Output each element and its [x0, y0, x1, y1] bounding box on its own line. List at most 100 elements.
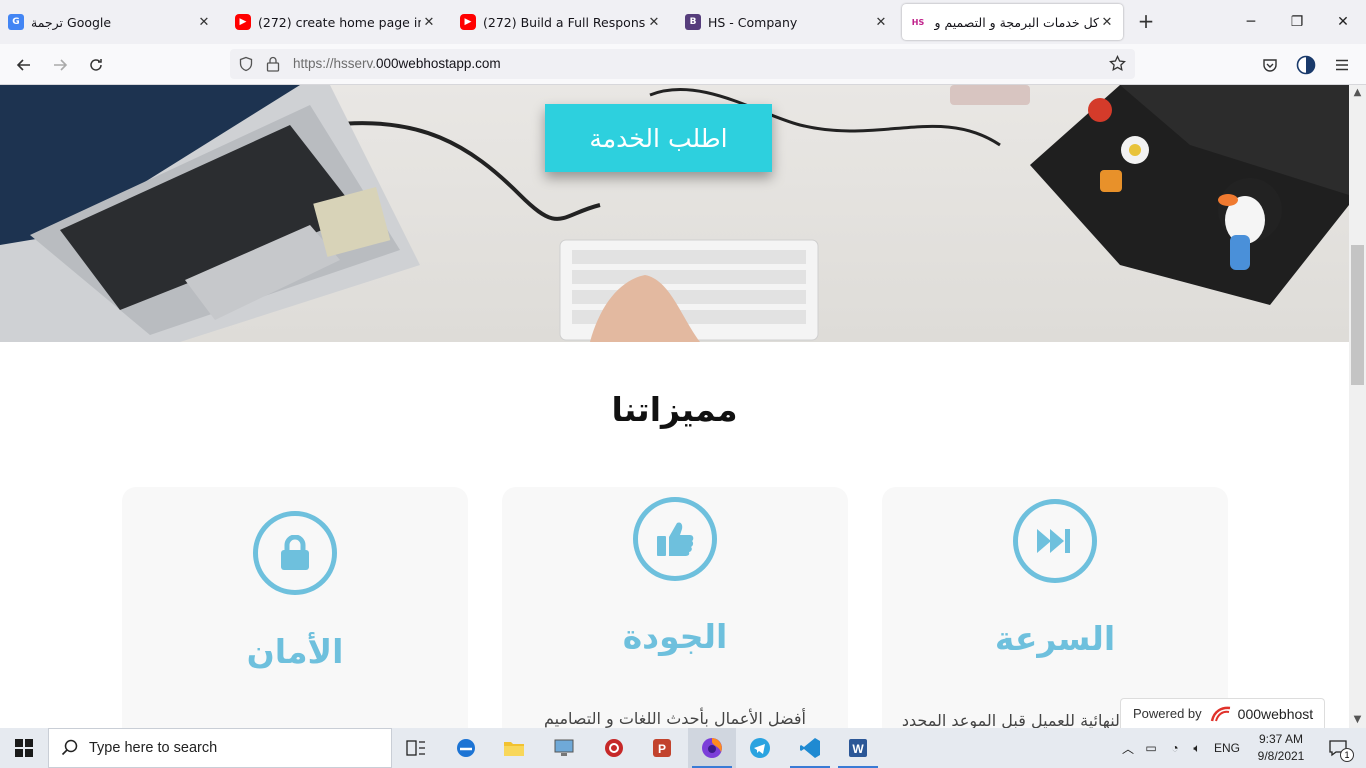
features-title: مميزاتنا [611, 390, 738, 429]
restore-button[interactable]: ❐ [1274, 0, 1320, 44]
tab-label: كل خدمات البرمجة و التصميم و الت [933, 14, 1099, 30]
google-translate-icon: G [8, 14, 24, 30]
bookmark-star-icon[interactable] [1109, 55, 1126, 72]
monitor-icon [554, 739, 574, 756]
fast-forward-icon [1013, 499, 1097, 583]
tab-label: ترجمة Google [31, 14, 112, 30]
clock-time: 9:37 AM [1258, 732, 1304, 746]
file-explorer-taskbar-button[interactable] [490, 728, 538, 768]
powered-by-badge[interactable]: Powered by 000webhost [1120, 698, 1325, 728]
svg-text:W: W [852, 742, 864, 756]
shield-icon [239, 56, 253, 72]
notification-center-button[interactable]: 1 [1318, 728, 1358, 768]
task-view-button[interactable] [392, 728, 440, 768]
wifi-icon[interactable]: ◔ [1164, 741, 1186, 755]
folder-icon [504, 742, 524, 756]
scroll-down-arrow-icon[interactable]: ▼ [1349, 712, 1366, 728]
close-icon[interactable]: ✕ [1099, 15, 1115, 30]
chevron-up-icon[interactable]: ︿ [1118, 740, 1138, 757]
url-bar[interactable]: https://hsserv.000webhostapp.com [230, 49, 1135, 79]
battery-icon[interactable]: ▭ [1138, 741, 1164, 755]
hero-image: اطلب الخدمة [0, 85, 1349, 342]
gear-icon [605, 739, 623, 757]
clock[interactable]: 9:37 AM 9/8/2021 [1246, 731, 1316, 765]
account-icon [1296, 55, 1316, 75]
powered-by-label: Powered by [1133, 706, 1202, 721]
close-icon[interactable]: ✕ [196, 15, 212, 30]
thumbs-up-icon [633, 497, 717, 581]
youtube-icon: ▶ [235, 14, 251, 30]
tab-strip: G ترجمة Google ✕ ▶ (272) create home pag… [0, 0, 1366, 44]
forward-button[interactable] [47, 52, 73, 78]
navigation-toolbar: https://hsserv.000webhostapp.com [0, 44, 1366, 85]
firefox-taskbar-button[interactable] [688, 728, 736, 768]
scrollbar-thumb[interactable] [1351, 245, 1364, 385]
edge-icon [457, 739, 475, 757]
task-view-icon [406, 740, 425, 756]
windows-logo-icon [15, 739, 33, 757]
arrow-left-icon [16, 59, 30, 71]
close-icon[interactable]: ✕ [421, 15, 437, 30]
word-taskbar-button[interactable]: W [834, 728, 882, 768]
arrow-right-icon [54, 59, 68, 71]
feature-title: الجودة [622, 617, 728, 656]
clock-date: 9/8/2021 [1257, 749, 1305, 763]
new-tab-button[interactable]: + [1135, 10, 1157, 32]
reload-button[interactable] [83, 52, 109, 78]
vscode-taskbar-button[interactable] [786, 728, 834, 768]
search-placeholder: Type here to search [89, 740, 218, 756]
tab-hs-company[interactable]: B HS - Company ✕ [677, 0, 897, 44]
tab-youtube-1[interactable]: ▶ (272) create home page in angu ✕ [227, 0, 445, 44]
youtube-icon: ▶ [460, 14, 476, 30]
start-button[interactable] [0, 728, 48, 768]
tab-label: (272) create home page in angu [258, 14, 421, 30]
word-icon: W [849, 739, 867, 757]
back-button[interactable] [11, 52, 37, 78]
feature-title: السرعة [994, 619, 1116, 658]
firefox-icon [702, 738, 722, 758]
powered-by-brand: 000webhost [1237, 705, 1314, 722]
tab-label: HS - Company [708, 14, 798, 30]
lock-icon [266, 56, 280, 72]
svg-text:P: P [658, 742, 666, 756]
telegram-taskbar-button[interactable] [736, 728, 784, 768]
tab-active-site[interactable]: HS كل خدمات البرمجة و التصميم و الت ✕ [902, 4, 1123, 40]
windows-taskbar: Type here to search P W ︿ ▭ ◔ 🔈︎ ENG 9:3… [0, 728, 1366, 768]
tab-youtube-2[interactable]: ▶ (272) Build a Full Responsive Lar ✕ [452, 0, 670, 44]
web-page: اطلب الخدمة مميزاتنا السرعة تقدم النتيجة… [0, 85, 1349, 728]
settings-app-taskbar-button[interactable] [590, 728, 638, 768]
bootstrap-icon: B [685, 14, 701, 30]
taskbar-search-box[interactable]: Type here to search [48, 728, 392, 768]
vscode-icon [800, 738, 820, 758]
pocket-button[interactable] [1257, 52, 1283, 78]
notification-count-badge: 1 [1340, 748, 1354, 762]
close-icon[interactable]: ✕ [873, 15, 889, 30]
pocket-icon [1263, 59, 1277, 72]
language-indicator[interactable]: ENG [1208, 741, 1246, 755]
feature-title: الأمان [246, 632, 344, 671]
url-text[interactable]: https://hsserv.000webhostapp.com [293, 56, 501, 71]
powerpoint-taskbar-button[interactable]: P [638, 728, 686, 768]
menu-button[interactable] [1329, 52, 1355, 78]
tab-label: (272) Build a Full Responsive Lar [483, 14, 646, 30]
reload-icon [90, 59, 102, 71]
control-panel-taskbar-button[interactable] [540, 728, 588, 768]
request-service-button[interactable]: اطلب الخدمة [545, 104, 772, 172]
account-button[interactable] [1293, 52, 1319, 78]
telegram-icon [750, 738, 770, 758]
scroll-up-arrow-icon[interactable]: ▲ [1349, 85, 1366, 101]
minimize-button[interactable]: ─ [1228, 0, 1274, 44]
site-icon: HS [910, 14, 926, 30]
page-scrollbar[interactable]: ▲ ▼ [1349, 85, 1366, 728]
system-tray: ︿ ▭ ◔ 🔈︎ ENG [1118, 728, 1246, 768]
tab-google-translate[interactable]: G ترجمة Google ✕ [0, 0, 220, 44]
lock-icon [253, 511, 337, 595]
speaker-icon[interactable]: 🔈︎ [1186, 741, 1208, 756]
search-icon [61, 739, 78, 756]
feature-card-quality: الجودة أفضل الأعمال بأحدث اللغات و التصا… [502, 487, 848, 728]
close-window-button[interactable]: ✕ [1320, 0, 1366, 44]
close-icon[interactable]: ✕ [646, 15, 662, 30]
000webhost-logo-icon [1210, 706, 1230, 721]
feature-description: أفضل الأعمال بأحدث اللغات و التصاميم [543, 709, 806, 728]
edge-taskbar-button[interactable] [442, 728, 490, 768]
